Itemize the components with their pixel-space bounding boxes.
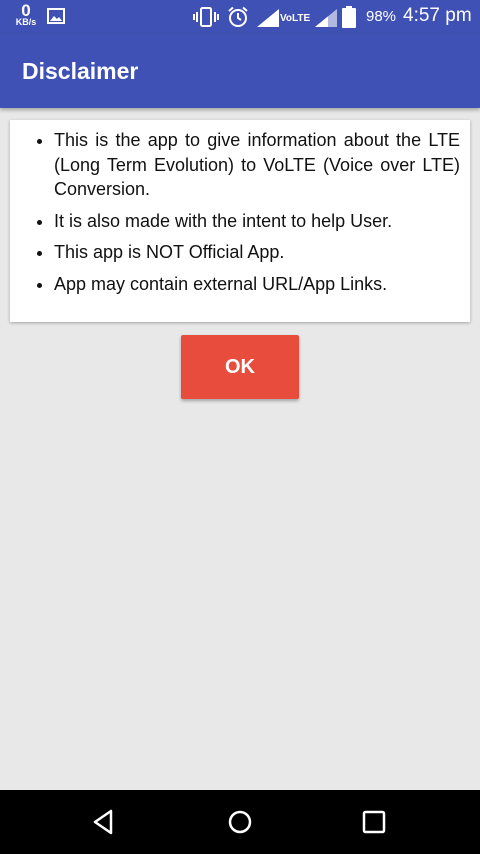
signal-icon [315, 9, 337, 32]
network-type-label: VoLTE [280, 13, 311, 24]
signal-icon [257, 9, 279, 32]
image-icon [47, 8, 65, 29]
list-item: It is also made with the intent to help … [54, 209, 460, 234]
alarm-icon [227, 6, 249, 33]
page-title: Disclaimer [22, 58, 139, 84]
app-bar: Disclaimer [0, 34, 480, 108]
disclaimer-card: This is the app to give information abou… [10, 120, 470, 322]
battery-percent: 98% [366, 8, 397, 25]
disclaimer-list: This is the app to give information abou… [34, 128, 460, 296]
ok-button[interactable]: OK [181, 335, 299, 399]
list-item: App may contain external URL/App Links. [54, 272, 460, 297]
vibrate-icon [193, 6, 219, 33]
back-icon[interactable] [90, 808, 118, 841]
network-speed: 0 KB/s [12, 2, 40, 27]
home-icon[interactable] [226, 808, 254, 841]
battery-icon [342, 6, 356, 33]
list-item: This app is NOT Official App. [54, 240, 460, 265]
network-speed-unit: KB/s [15, 17, 37, 27]
clock: 4:57 pm [403, 5, 472, 26]
list-item: This is the app to give information abou… [54, 128, 460, 202]
navigation-bar [0, 790, 480, 854]
recent-apps-icon[interactable] [361, 809, 387, 840]
status-bar: 0 KB/s VoLTE 98% 4:57 pm [0, 0, 480, 34]
